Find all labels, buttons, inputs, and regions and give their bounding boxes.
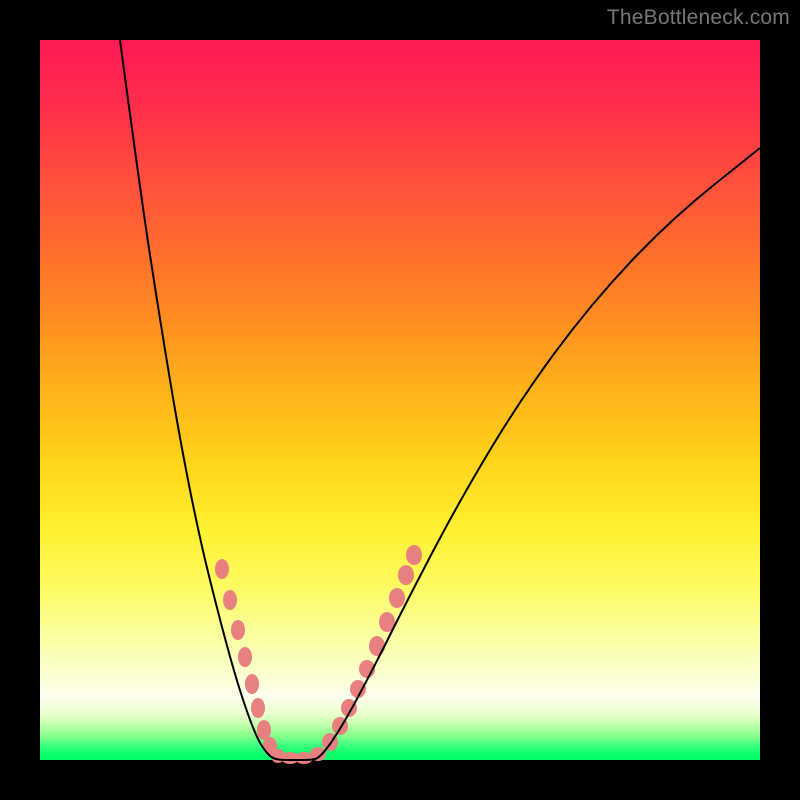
plot-area bbox=[40, 40, 760, 760]
highlight-dot bbox=[223, 590, 237, 610]
chart-stage: TheBottleneck.com bbox=[0, 0, 800, 800]
highlight-dot bbox=[369, 636, 385, 656]
highlight-dot bbox=[389, 588, 405, 608]
highlight-dot bbox=[406, 545, 422, 565]
highlight-dot bbox=[238, 647, 252, 667]
highlight-dot bbox=[245, 674, 259, 694]
highlight-dot bbox=[231, 620, 245, 640]
highlight-dots bbox=[215, 545, 422, 764]
highlight-dot bbox=[257, 720, 271, 740]
highlight-dot bbox=[251, 698, 265, 718]
highlight-dot bbox=[398, 565, 414, 585]
highlight-dot bbox=[215, 559, 229, 579]
attribution-text: TheBottleneck.com bbox=[607, 6, 790, 30]
bottleneck-curve bbox=[120, 40, 760, 760]
curve-layer bbox=[40, 40, 760, 760]
